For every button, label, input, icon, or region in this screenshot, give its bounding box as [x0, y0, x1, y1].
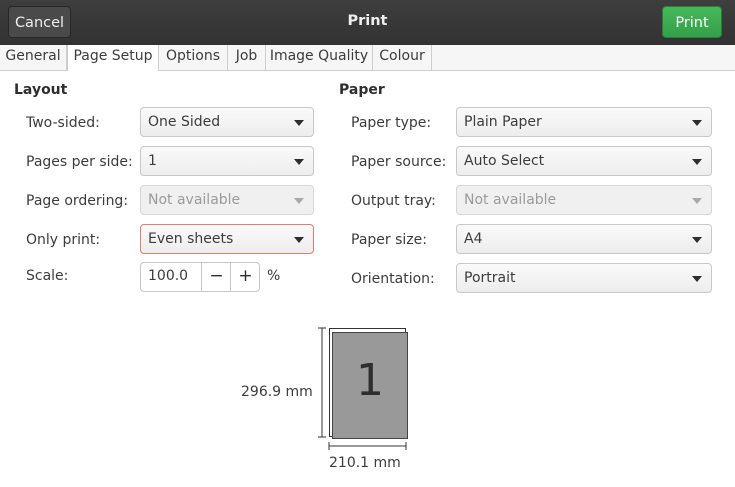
paper-width-label: 210.1 mm [329, 455, 401, 471]
print-dialog: Cancel Print Print General Page Setup Op… [0, 0, 735, 487]
paper-height-label: 296.9 mm [241, 384, 313, 400]
page-number: 1 [356, 355, 384, 406]
page-preview: 1 [332, 332, 408, 439]
